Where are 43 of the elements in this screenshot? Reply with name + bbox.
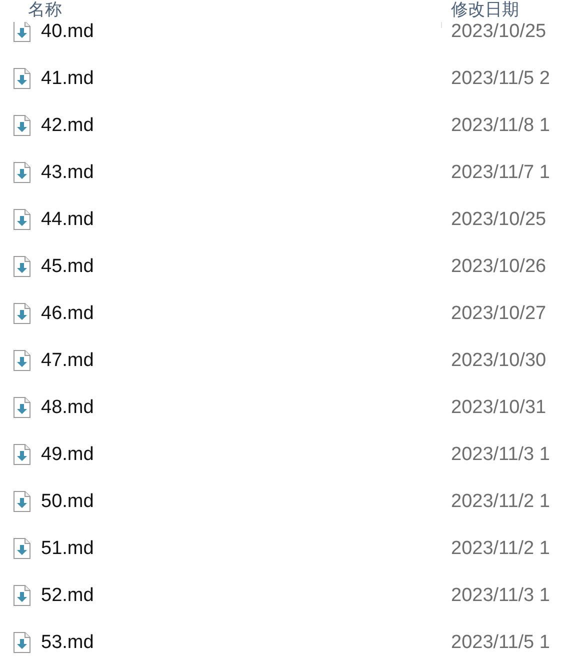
modified-date: 2023/11/5 2 [451,68,550,90]
file-icon [13,491,31,512]
file-icon [13,632,31,653]
modified-date: 2023/10/27 [451,302,546,324]
column-header[interactable]: 修改日期 [451,0,519,21]
file-icon [13,538,31,559]
file-icon [13,444,31,465]
modified-date: 2023/10/25 [451,208,546,230]
modified-date: 2023/11/3 1 [451,444,550,466]
modified-date: 2023/11/5 1 [451,632,550,654]
file-name[interactable]: 40.md [41,20,441,42]
modified-date: 2023/11/2 1 [451,538,550,560]
modified-date: 2023/11/8 1 [451,114,550,136]
file-icon [13,115,31,136]
file-name[interactable]: 42.md [41,114,441,136]
modified-date: 2023/10/30 [451,350,546,372]
file-name[interactable]: 46.md [41,302,441,324]
file-name[interactable]: 51.md [41,538,441,560]
file-name[interactable]: 49.md [41,444,441,466]
file-icon [13,303,31,324]
modified-date: 2023/10/25 [451,20,546,42]
column-header[interactable]: 名称 [28,0,62,21]
file-name[interactable]: 50.md [41,490,441,512]
file-name[interactable]: 45.md [41,256,441,278]
file-name[interactable]: 44.md [41,208,441,230]
file-name[interactable]: 47.md [41,350,441,372]
file-icon [13,68,31,89]
file-icon [13,162,31,183]
file-name[interactable]: 43.md [41,162,441,184]
file-icon [13,585,31,606]
file-icon [13,397,31,418]
file-icon [13,209,31,230]
modified-date: 2023/10/26 [451,256,546,278]
file-name[interactable]: 53.md [41,632,441,654]
file-icon [13,256,31,277]
modified-date: 2023/11/7 1 [451,162,550,184]
modified-date: 2023/11/3 1 [451,584,550,606]
file-icon [13,350,31,371]
file-name[interactable]: 41.md [41,68,441,90]
modified-date: 2023/11/2 1 [451,490,550,512]
file-name[interactable]: 48.md [41,396,441,418]
file-name[interactable]: 52.md [41,584,441,606]
modified-date: 2023/10/31 [451,396,546,418]
